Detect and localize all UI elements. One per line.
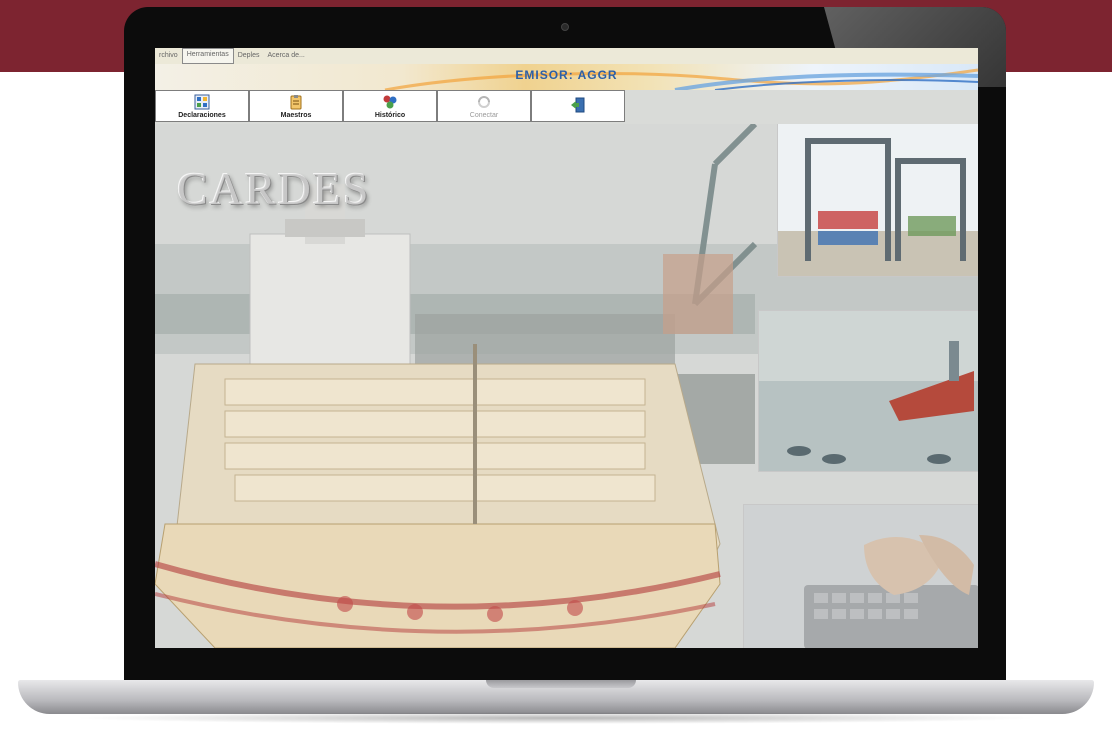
maestros-button[interactable]: Maestros <box>249 90 343 122</box>
connect-icon <box>478 95 490 108</box>
declaraciones-button[interactable]: Declaraciones <box>155 90 249 122</box>
keyboard-image <box>744 505 978 648</box>
declaraciones-icon <box>194 94 210 109</box>
background-photo-collage: CARDES <box>155 124 978 648</box>
gantry-crane-photo <box>777 124 978 277</box>
laptop-notch <box>486 680 636 688</box>
webcam-icon <box>561 23 569 31</box>
gantry-crane-image <box>778 124 978 276</box>
exit-button[interactable] <box>531 90 625 122</box>
app-window: rchivo Herramientas Deples Acerca de... … <box>155 48 978 648</box>
declaraciones-label: Declaraciones <box>178 111 226 119</box>
menu-archivo[interactable]: rchivo <box>155 49 182 63</box>
conectar-button[interactable]: Conectar <box>437 90 531 122</box>
main-toolbar: Declaraciones Maestros Histórico Conecta… <box>155 90 625 124</box>
clipboard-icon <box>290 94 302 109</box>
header-banner: EMISOR: AGGR <box>155 64 978 90</box>
maestros-label: Maestros <box>280 111 312 119</box>
menu-acerca-de[interactable]: Acerca de... <box>264 49 309 63</box>
laptop-shadow <box>70 712 1042 724</box>
historico-button[interactable]: Histórico <box>343 90 437 122</box>
issuer-title: EMISOR: AGGR <box>515 68 618 82</box>
menu-herramientas[interactable]: Herramientas <box>181 48 234 64</box>
keyboard-typing-photo <box>743 504 978 648</box>
menu-deples[interactable]: Deples <box>234 49 264 63</box>
cardes-watermark: CARDES <box>177 163 371 214</box>
historico-label: Histórico <box>374 111 406 119</box>
menu-bar: rchivo Herramientas Deples Acerca de... <box>155 48 978 64</box>
conectar-label: Conectar <box>469 111 499 119</box>
history-icon <box>383 95 397 108</box>
exit-door-icon <box>571 97 585 113</box>
tugboats-photo <box>758 310 978 472</box>
tugboats-image <box>759 311 978 471</box>
